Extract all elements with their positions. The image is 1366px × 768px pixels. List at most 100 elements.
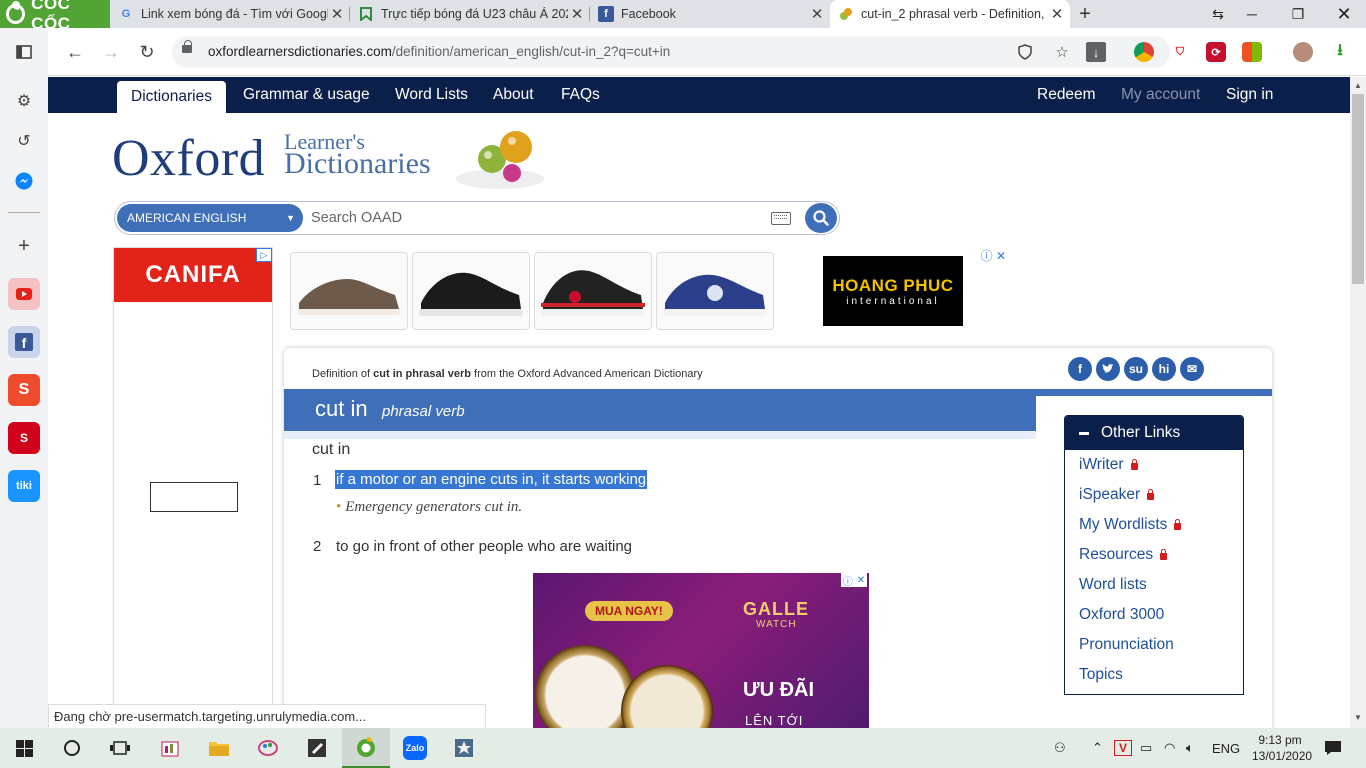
chrome-extension-icon[interactable]	[1134, 42, 1154, 62]
scroll-down-icon[interactable]: ▼	[1354, 713, 1362, 722]
windows-start-icon[interactable]	[0, 728, 48, 768]
coccoc-menu-button[interactable]: CỐC CỐC	[0, 0, 110, 33]
zalo-icon[interactable]: Zalo	[391, 728, 439, 768]
facebook-icon[interactable]: f	[8, 326, 40, 358]
sense-definition-selected[interactable]: if a motor or an engine cuts in, it star…	[335, 470, 648, 489]
history-icon[interactable]: ↺	[8, 125, 40, 157]
other-links-header[interactable]: Other Links	[1065, 416, 1243, 450]
address-bar[interactable]: oxfordlearnersdictionaries.com/definitio…	[172, 36, 1170, 68]
shoes-ad-banner[interactable]: HOANG PHUC international ⓘ ✕	[284, 247, 1012, 335]
other-link-topics[interactable]: Topics	[1079, 666, 1123, 684]
scrollbar-thumb[interactable]	[1352, 94, 1364, 284]
cortana-search-icon[interactable]	[48, 728, 96, 768]
unikey-icon[interactable]: V	[1114, 728, 1132, 768]
canifa-ad-banner[interactable]: CANIFA ▷	[113, 247, 273, 728]
minimize-icon[interactable]: ─	[1232, 0, 1272, 28]
nav-dictionaries[interactable]: Dictionaries	[117, 81, 226, 113]
nav-grammar-usage[interactable]: Grammar & usage	[243, 77, 370, 113]
ad-info-close-icon[interactable]: ⓘ ✕	[981, 247, 1006, 264]
nav-word-lists[interactable]: Word Lists	[395, 77, 468, 113]
close-window-icon[interactable]: ✕	[1324, 0, 1364, 28]
email-share-icon[interactable]: ✉	[1180, 357, 1204, 381]
page-scrollbar[interactable]: ▲ ▼	[1350, 77, 1366, 728]
adchoices-icon[interactable]: ▷	[256, 248, 272, 262]
pinned-app-icon[interactable]	[440, 728, 488, 768]
profile-avatar[interactable]	[1293, 42, 1313, 62]
stumbleupon-share-icon[interactable]: su	[1124, 357, 1148, 381]
url-text[interactable]: oxfordlearnersdictionaries.com/definitio…	[208, 44, 670, 59]
adblock-shield-icon[interactable]: ⛉	[1170, 42, 1190, 62]
galle-watch-ad[interactable]: MUA NGAY! GALLE WATCH ƯU ĐÃI LÊN TỚI ⓘ ✕	[533, 573, 869, 728]
twitter-share-icon[interactable]	[1096, 357, 1120, 381]
tab-u23-live[interactable]: Trực tiếp bóng đá U23 châu Á 2020 ✕	[350, 0, 590, 28]
back-arrow-icon[interactable]: ←	[62, 39, 88, 65]
tab-close-icon[interactable]: ✕	[568, 5, 586, 23]
taskbar-clock[interactable]: 9:13 pm 13/01/2020	[1252, 732, 1312, 764]
other-link-my-wordlists[interactable]: My Wordlists	[1079, 516, 1182, 534]
language-indicator[interactable]: ENG	[1212, 728, 1240, 768]
dictionary-select[interactable]: AMERICAN ENGLISH ▼	[117, 204, 303, 232]
download-icon[interactable]: ↓	[1086, 42, 1106, 62]
other-link-oxford-3000[interactable]: Oxford 3000	[1079, 606, 1164, 624]
people-icon[interactable]: ⚇	[1054, 728, 1066, 768]
settings-icon[interactable]: ⚙	[8, 85, 40, 117]
nav-redeem[interactable]: Redeem	[1037, 77, 1096, 113]
other-link-iwriter[interactable]: iWriter	[1079, 456, 1138, 474]
coccoc-taskbar-icon[interactable]	[342, 728, 390, 768]
notes-app-icon[interactable]	[293, 728, 341, 768]
ad-cta-button[interactable]: MUA NGAY!	[585, 601, 673, 621]
pinned-app-icon[interactable]	[146, 728, 194, 768]
collapse-minus-icon[interactable]	[1079, 431, 1089, 435]
download-arrow-icon[interactable]: ⭳	[1330, 42, 1350, 62]
keyboard-icon[interactable]	[771, 212, 791, 225]
other-link-pronunciation[interactable]: Pronunciation	[1079, 636, 1174, 654]
tab-facebook[interactable]: f Facebook ✕	[590, 0, 830, 28]
nav-about[interactable]: About	[493, 77, 534, 113]
shoe-product-image[interactable]	[656, 252, 774, 330]
colorful-extension-icon[interactable]	[1242, 42, 1262, 62]
youtube-icon[interactable]	[8, 278, 40, 310]
shield-icon[interactable]	[1015, 42, 1035, 62]
notifications-icon[interactable]	[1324, 728, 1342, 768]
hi5-share-icon[interactable]: hi	[1152, 357, 1176, 381]
new-tab-plus-icon[interactable]: +	[1074, 0, 1096, 28]
facebook-share-icon[interactable]: f	[1068, 357, 1092, 381]
file-explorer-icon[interactable]	[195, 728, 243, 768]
volume-icon[interactable]: 🔈︎	[1186, 728, 1194, 768]
search-input[interactable]	[311, 206, 771, 230]
scroll-up-icon[interactable]: ▲	[1354, 81, 1362, 90]
nav-faqs[interactable]: FAQs	[561, 77, 600, 113]
task-view-icon[interactable]	[96, 728, 144, 768]
sendo-icon[interactable]: S	[8, 422, 40, 454]
other-link-ispeaker[interactable]: iSpeaker	[1079, 486, 1155, 504]
tab-close-icon[interactable]: ✕	[1048, 5, 1066, 23]
shoe-product-image[interactable]	[534, 252, 652, 330]
ad-info-close-icon[interactable]: ⓘ ✕	[841, 573, 867, 588]
reload-icon[interactable]: ↻	[134, 39, 160, 65]
tiki-icon[interactable]: tiki	[8, 470, 40, 502]
shoe-product-image[interactable]	[290, 252, 408, 330]
nav-sign-in[interactable]: Sign in	[1226, 77, 1273, 113]
chevron-up-icon[interactable]: ⌃	[1092, 728, 1103, 768]
red-extension-icon[interactable]: ⟳	[1206, 42, 1226, 62]
other-link-resources[interactable]: Resources	[1079, 546, 1168, 564]
battery-icon[interactable]: ▭	[1140, 728, 1152, 768]
bookmark-star-icon[interactable]: ☆	[1052, 42, 1072, 62]
tab-google-search[interactable]: G Link xem bóng đá - Tìm với Google ✕	[110, 0, 350, 28]
paint-app-icon[interactable]	[244, 728, 292, 768]
search-button[interactable]	[805, 203, 837, 233]
tab-close-icon[interactable]: ✕	[808, 5, 826, 23]
wifi-icon[interactable]: ◠	[1164, 728, 1175, 768]
add-icon[interactable]: +	[8, 230, 40, 262]
shopee-icon[interactable]: S	[8, 374, 40, 406]
restore-icon[interactable]: ❐	[1278, 0, 1318, 28]
messenger-icon[interactable]	[8, 165, 40, 197]
tab-close-icon[interactable]: ✕	[328, 5, 346, 23]
sidebar-toggle-icon[interactable]	[8, 36, 40, 68]
tab-oxford-active[interactable]: cut-in_2 phrasal verb - Definition, pict…	[830, 0, 1070, 28]
forward-arrow-icon[interactable]: →	[98, 39, 124, 65]
oxford-learners-logo[interactable]: Oxford Learner's Dictionaries	[112, 129, 552, 199]
shoe-product-image[interactable]	[412, 252, 530, 330]
nav-my-account[interactable]: My account	[1121, 77, 1200, 113]
other-link-word-lists[interactable]: Word lists	[1079, 576, 1147, 594]
